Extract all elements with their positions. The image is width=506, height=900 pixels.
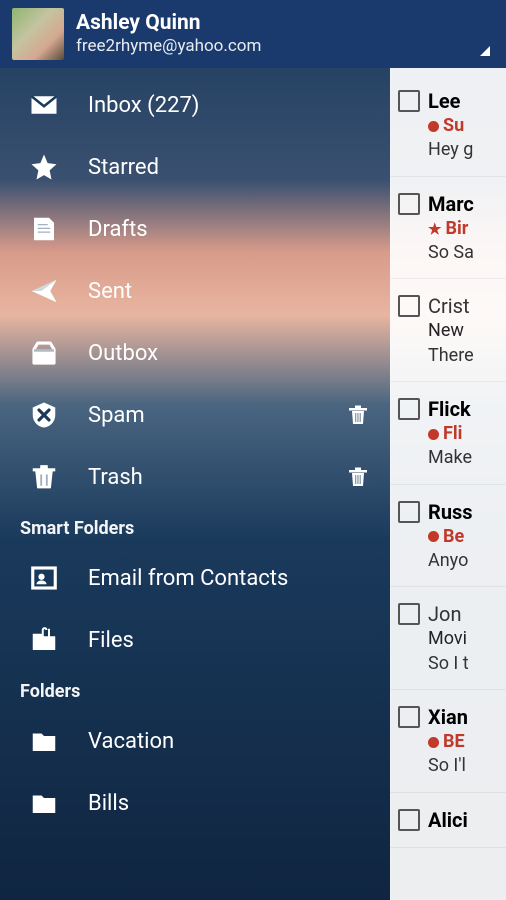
mail-subject: Fli bbox=[428, 422, 506, 446]
sidebar-item-label: Email from Contacts bbox=[88, 566, 372, 591]
sidebar-item-spam[interactable]: Spam bbox=[0, 384, 390, 446]
mail-checkbox[interactable] bbox=[398, 398, 420, 420]
section-folders: Folders bbox=[0, 671, 390, 710]
mail-checkbox[interactable] bbox=[398, 706, 420, 728]
account-info: Ashley Quinn free2rhyme@yahoo.com bbox=[76, 11, 468, 57]
mail-checkbox[interactable] bbox=[398, 90, 420, 112]
user-name: Ashley Quinn bbox=[76, 11, 468, 36]
sidebar-item-trash[interactable]: Trash bbox=[0, 446, 390, 508]
sidebar-item-inbox[interactable]: Inbox (227) bbox=[0, 74, 390, 136]
spam-icon bbox=[28, 399, 60, 431]
mail-subject: Su bbox=[428, 114, 506, 138]
mail-sender: Lee bbox=[428, 88, 506, 114]
mail-preview: So I'l bbox=[428, 754, 506, 777]
mail-item[interactable]: RussBeAnyo bbox=[390, 485, 506, 588]
mail-item[interactable]: CristNewThere bbox=[390, 279, 506, 382]
mail-preview: Make bbox=[428, 446, 506, 469]
sidebar-item-outbox[interactable]: Outbox bbox=[0, 322, 390, 384]
mail-sender: Flick bbox=[428, 396, 506, 422]
sidebar-item-label: Trash bbox=[88, 465, 316, 490]
empty-trash-icon[interactable] bbox=[344, 463, 372, 491]
folder-icon bbox=[28, 787, 60, 819]
mail-sender: Marc bbox=[428, 191, 506, 217]
envelope-icon bbox=[28, 89, 60, 121]
drafts-icon bbox=[28, 213, 60, 245]
sidebar-item-label: Outbox bbox=[88, 341, 372, 366]
mail-item[interactable]: Marc★BirSo Sa bbox=[390, 177, 506, 280]
mail-checkbox[interactable] bbox=[398, 809, 420, 831]
sent-icon bbox=[28, 275, 60, 307]
mail-checkbox[interactable] bbox=[398, 295, 420, 317]
sidebar-item-email[interactable]: Email from Contacts bbox=[0, 547, 390, 609]
mail-item[interactable]: JonMoviSo I t bbox=[390, 587, 506, 690]
folder-icon bbox=[28, 725, 60, 757]
outbox-icon bbox=[28, 337, 60, 369]
unread-dot-icon bbox=[428, 531, 439, 542]
mail-item[interactable]: XianBESo I'l bbox=[390, 690, 506, 793]
mail-item[interactable]: FlickFliMake bbox=[390, 382, 506, 485]
user-email: free2rhyme@yahoo.com bbox=[76, 36, 468, 56]
mail-sender: Jon bbox=[428, 601, 506, 627]
sidebar-item-drafts[interactable]: Drafts bbox=[0, 198, 390, 260]
mail-subject: ★Bir bbox=[428, 217, 506, 241]
mail-preview: There bbox=[428, 344, 506, 367]
sidebar-item-label: Inbox (227) bbox=[88, 93, 372, 118]
account-dropdown-icon[interactable] bbox=[480, 46, 490, 56]
avatar bbox=[12, 8, 64, 60]
unread-dot-icon bbox=[428, 121, 439, 132]
sidebar-item-bills[interactable]: Bills bbox=[0, 772, 390, 834]
mail-preview: So I t bbox=[428, 652, 506, 675]
unread-dot-icon bbox=[428, 737, 439, 748]
mail-list[interactable]: LeeSuHey gMarc★BirSo SaCristNewThereFlic… bbox=[390, 68, 506, 900]
panel-divider bbox=[390, 68, 391, 900]
sidebar-item-label: Spam bbox=[88, 403, 316, 428]
mail-item[interactable]: Alici bbox=[390, 793, 506, 848]
star-icon: ★ bbox=[428, 219, 441, 239]
section-smart-folders: Smart Folders bbox=[0, 508, 390, 547]
sidebar-item-files[interactable]: Files bbox=[0, 609, 390, 671]
mail-preview: Anyo bbox=[428, 549, 506, 572]
mail-sender: Xian bbox=[428, 704, 506, 730]
mail-subject: New bbox=[428, 319, 506, 343]
sidebar-item-label: Vacation bbox=[88, 729, 372, 754]
mail-checkbox[interactable] bbox=[398, 501, 420, 523]
sidebar-item-starred[interactable]: Starred bbox=[0, 136, 390, 198]
sidebar-item-label: Sent bbox=[88, 279, 372, 304]
contacts-mail-icon bbox=[28, 562, 60, 594]
account-header[interactable]: Ashley Quinn free2rhyme@yahoo.com bbox=[0, 0, 506, 68]
star-icon bbox=[28, 151, 60, 183]
sidebar: Inbox (227) Starred Drafts Sent Outbox Spam Tr… bbox=[0, 68, 390, 900]
mail-checkbox[interactable] bbox=[398, 603, 420, 625]
mail-subject: Be bbox=[428, 525, 506, 549]
sidebar-item-label: Bills bbox=[88, 791, 372, 816]
mail-preview: Hey g bbox=[428, 138, 506, 161]
mail-item[interactable]: LeeSuHey g bbox=[390, 74, 506, 177]
mail-subject: BE bbox=[428, 730, 506, 754]
mail-preview: So Sa bbox=[428, 241, 506, 264]
unread-dot-icon bbox=[428, 429, 439, 440]
mail-sender: Russ bbox=[428, 499, 506, 525]
mail-checkbox[interactable] bbox=[398, 193, 420, 215]
empty-trash-icon[interactable] bbox=[344, 401, 372, 429]
trash-icon bbox=[28, 461, 60, 493]
sidebar-item-sent[interactable]: Sent bbox=[0, 260, 390, 322]
mail-sender: Alici bbox=[428, 807, 506, 833]
mail-subject: Movi bbox=[428, 627, 506, 651]
sidebar-item-label: Starred bbox=[88, 155, 372, 180]
files-icon bbox=[28, 624, 60, 656]
sidebar-item-vacation[interactable]: Vacation bbox=[0, 710, 390, 772]
sidebar-item-label: Drafts bbox=[88, 217, 372, 242]
sidebar-item-label: Files bbox=[88, 628, 372, 653]
mail-sender: Crist bbox=[428, 293, 506, 319]
